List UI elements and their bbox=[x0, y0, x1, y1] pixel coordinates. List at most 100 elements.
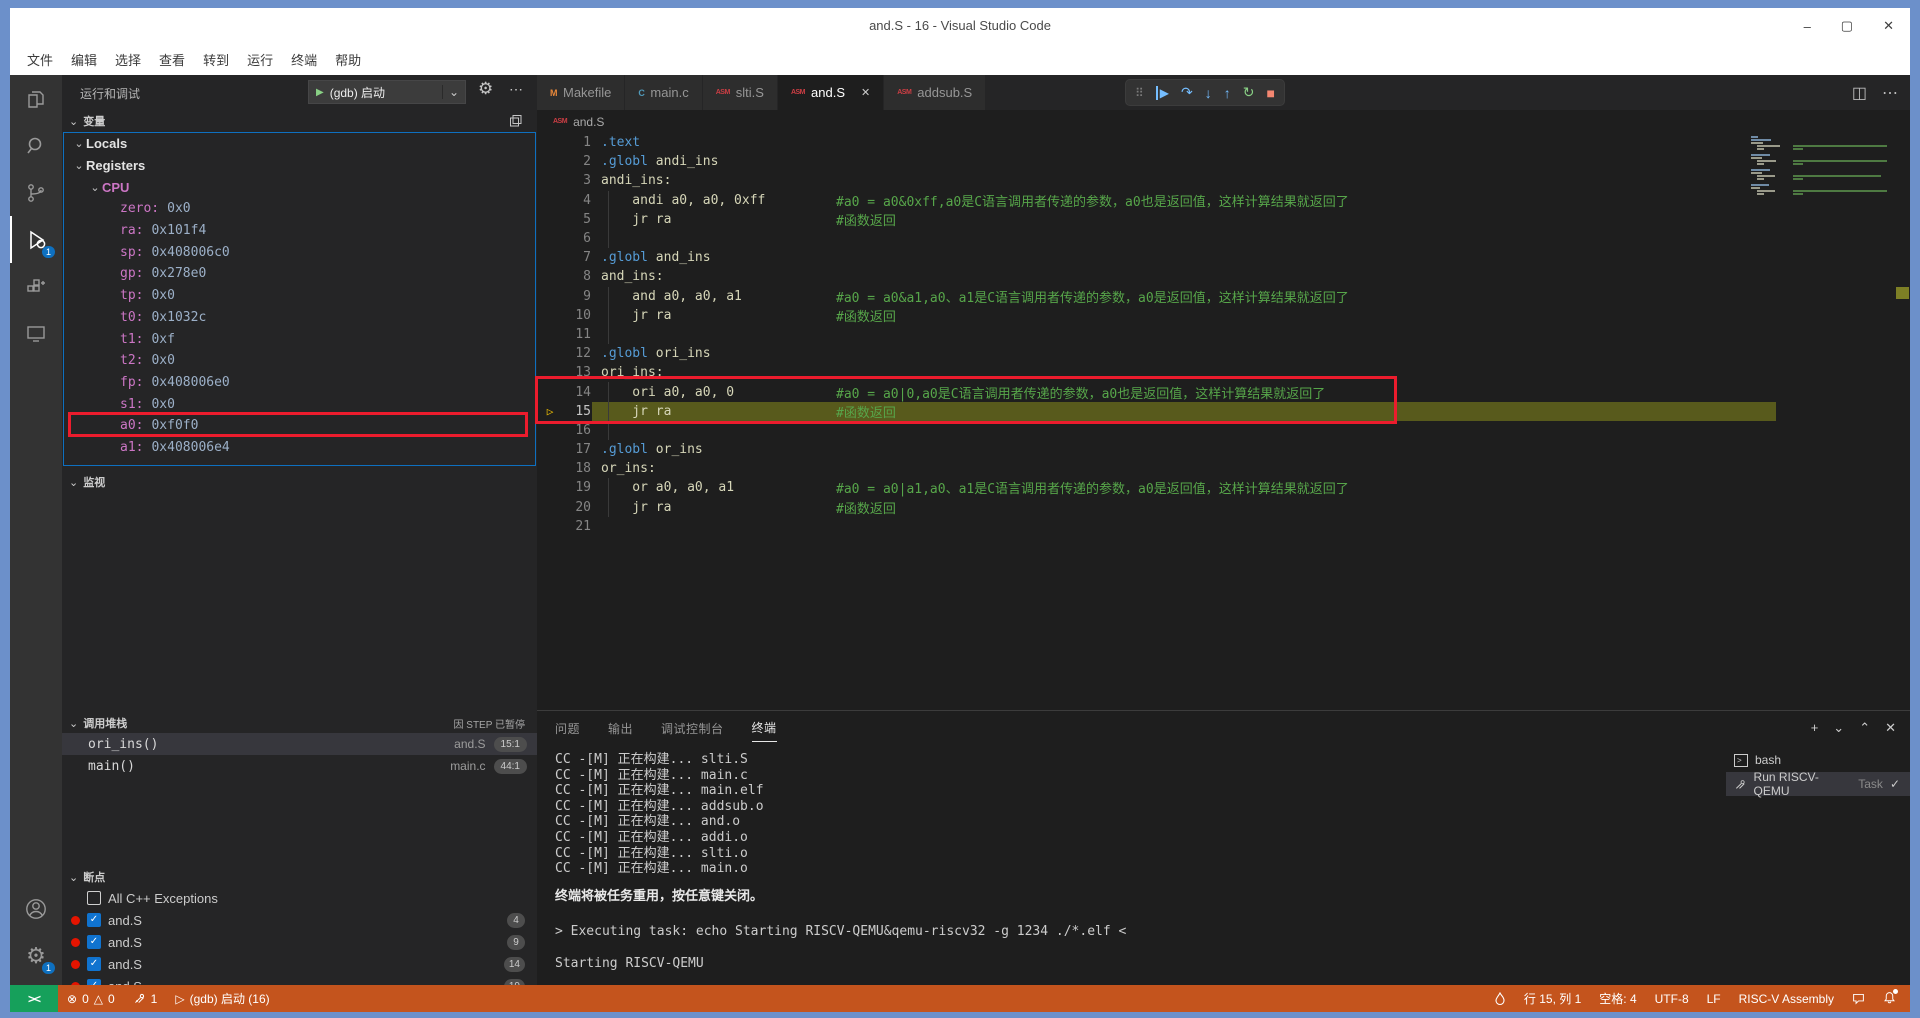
more-actions-icon[interactable]: ⋯ bbox=[1882, 83, 1898, 103]
checkbox-checked[interactable]: ✓ bbox=[87, 913, 101, 927]
feedback-status[interactable] bbox=[1843, 985, 1874, 1012]
restart-icon[interactable]: ↻ bbox=[1243, 84, 1255, 101]
code-line-18[interactable]: 18or_ins: bbox=[537, 459, 1910, 478]
breakpoints-section-header[interactable]: ⌄ 断点 bbox=[62, 866, 537, 888]
call-stack-frame-main[interactable]: main()main.c44:1 bbox=[62, 755, 537, 777]
step-into-icon[interactable]: ↓ bbox=[1205, 85, 1212, 101]
tab-slti-s[interactable]: ASMslti.S bbox=[703, 75, 778, 110]
register-row-t0[interactable]: t0:0x1032c bbox=[64, 307, 535, 329]
register-row-ra[interactable]: ra:0x101f4 bbox=[64, 220, 535, 242]
breadcrumb[interactable]: ASM and.S bbox=[537, 110, 1910, 133]
running-tasks-status[interactable]: 1 bbox=[124, 985, 167, 1012]
code-line-10[interactable]: 10 jr ra#函数返回 bbox=[537, 306, 1910, 325]
cursor-position[interactable]: 行 15, 列 1 bbox=[1515, 985, 1590, 1012]
code-line-11[interactable]: 11 bbox=[537, 325, 1910, 344]
settings-gear-icon[interactable]: ⚙ 1 bbox=[10, 932, 62, 979]
menu-item-run[interactable]: 运行 bbox=[238, 46, 282, 73]
register-row-a1[interactable]: a1:0x408006e4 bbox=[64, 437, 535, 459]
notifications-status[interactable] bbox=[1874, 985, 1910, 1012]
code-line-3[interactable]: 3andi_ins: bbox=[537, 171, 1910, 190]
breakpoint-row-line-4[interactable]: ✓and.S4 bbox=[62, 909, 537, 931]
tab-main-c[interactable]: Cmain.c bbox=[625, 75, 702, 110]
variables-section-header[interactable]: ⌄ 变量 bbox=[62, 110, 537, 132]
indentation-setting[interactable]: 空格: 4 bbox=[1590, 985, 1645, 1012]
register-row-sp[interactable]: sp:0x408006c0 bbox=[64, 241, 535, 263]
menu-item-edit[interactable]: 编辑 bbox=[62, 46, 106, 73]
code-line-9[interactable]: 9 and a0, a0, a1#a0 = a0&a1,a0、a1是C语言调用者… bbox=[537, 287, 1910, 306]
encoding-setting[interactable]: UTF-8 bbox=[1646, 985, 1698, 1012]
maximize-panel-icon[interactable]: ⌃ bbox=[1859, 720, 1870, 736]
panel-tab-output[interactable]: 输出 bbox=[608, 714, 633, 742]
checkbox-checked[interactable]: ✓ bbox=[87, 935, 101, 949]
breadcrumb-file[interactable]: and.S bbox=[573, 115, 604, 129]
stop-icon[interactable]: ■ bbox=[1267, 85, 1275, 101]
breakpoint-row-line-9[interactable]: ✓and.S9 bbox=[62, 931, 537, 953]
debug-session-status[interactable]: ▷ (gdb) 启动 (16) bbox=[166, 985, 278, 1012]
terminal-session-run-riscv-qemu[interactable]: Run RISCV-QEMUTask✓ bbox=[1726, 772, 1910, 796]
watch-section-header[interactable]: ⌄ 监视 bbox=[62, 471, 537, 493]
menu-item-goto[interactable]: 转到 bbox=[194, 46, 238, 73]
close-icon[interactable]: ✕ bbox=[1883, 18, 1894, 34]
eol-setting[interactable]: LF bbox=[1698, 985, 1730, 1012]
more-actions-icon[interactable]: ⋯ bbox=[509, 81, 523, 98]
code-line-7[interactable]: 7.globl and_ins bbox=[537, 248, 1910, 267]
start-debug-icon[interactable]: ▶ bbox=[316, 87, 324, 98]
minimap[interactable] bbox=[1747, 136, 1897, 199]
register-row-tp[interactable]: tp:0x0 bbox=[64, 285, 535, 307]
variables-scope-locals[interactable]: ⌄Locals bbox=[64, 133, 535, 155]
terminal-session-bash[interactable]: >bash bbox=[1726, 748, 1910, 772]
code-line-8[interactable]: 8and_ins: bbox=[537, 267, 1910, 286]
breakpoint-row-line-14[interactable]: ✓and.S14 bbox=[62, 953, 537, 975]
language-mode[interactable]: RISC-V Assembly bbox=[1730, 985, 1843, 1012]
drag-grip-icon[interactable]: ⠿ bbox=[1135, 86, 1144, 100]
call-stack-frame-oriins[interactable]: ori_ins()and.S15:1 bbox=[62, 733, 537, 755]
code-line-21[interactable]: 21 bbox=[537, 517, 1910, 536]
registers-group-cpu[interactable]: ⌄CPU bbox=[64, 176, 535, 198]
step-over-icon[interactable]: ↷ bbox=[1181, 84, 1193, 101]
tab-and-s[interactable]: ASMand.S✕ bbox=[778, 75, 884, 110]
panel-tab-terminal[interactable]: 终端 bbox=[752, 713, 777, 742]
terminal-output[interactable]: CC -[M] 正在构建... slti.SCC -[M] 正在构建... ma… bbox=[537, 744, 1726, 985]
menu-item-file[interactable]: 文件 bbox=[18, 46, 62, 73]
menu-item-help[interactable]: 帮助 bbox=[326, 46, 370, 73]
close-panel-icon[interactable]: ✕ bbox=[1885, 720, 1896, 736]
code-line-12[interactable]: 12.globl ori_ins bbox=[537, 344, 1910, 363]
flame-status[interactable] bbox=[1485, 985, 1515, 1012]
register-row-zero[interactable]: zero:0x0 bbox=[64, 198, 535, 220]
new-terminal-icon[interactable]: + bbox=[1811, 720, 1819, 735]
source-control-icon[interactable] bbox=[10, 169, 62, 216]
explorer-icon[interactable] bbox=[10, 75, 62, 122]
register-row-gp[interactable]: gp:0x278e0 bbox=[64, 263, 535, 285]
run-and-debug-icon[interactable]: 1 bbox=[10, 216, 62, 263]
menu-item-terminal[interactable]: 终端 bbox=[282, 46, 326, 73]
tab-addsub-s[interactable]: ASMaddsub.S bbox=[884, 75, 986, 110]
maximize-icon[interactable]: ▢ bbox=[1841, 18, 1853, 34]
open-view-icon[interactable] bbox=[509, 114, 523, 131]
search-icon[interactable] bbox=[10, 122, 62, 169]
remote-explorer-icon[interactable] bbox=[10, 310, 62, 357]
menu-item-view[interactable]: 查看 bbox=[150, 46, 194, 73]
panel-tab-debug-console[interactable]: 调试控制台 bbox=[661, 714, 724, 742]
menu-item-selection[interactable]: 选择 bbox=[106, 46, 150, 73]
variables-scope-registers[interactable]: ⌄Registers bbox=[64, 155, 535, 177]
code-line-4[interactable]: 4 andi a0, a0, 0xff#a0 = a0&0xff,a0是C语言调… bbox=[537, 191, 1910, 210]
code-line-20[interactable]: 20 jr ra#函数返回 bbox=[537, 498, 1910, 517]
code-line-19[interactable]: 19 or a0, a0, a1#a0 = a0|a1,a0、a1是C语言调用者… bbox=[537, 478, 1910, 497]
checkbox-checked[interactable]: ✓ bbox=[87, 957, 101, 971]
register-row-t2[interactable]: t2:0x0 bbox=[64, 350, 535, 372]
panel-tab-problems[interactable]: 问题 bbox=[555, 714, 580, 742]
debug-settings-gear-icon[interactable]: ⚙ bbox=[478, 79, 493, 99]
continue-icon[interactable]: ▶ bbox=[1156, 86, 1169, 100]
code-line-5[interactable]: 5 jr ra#函数返回 bbox=[537, 210, 1910, 229]
tab-makefile[interactable]: MMakefile bbox=[537, 75, 625, 110]
minimize-icon[interactable]: – bbox=[1804, 19, 1811, 34]
problems-status[interactable]: ⊗ 0 △ 0 bbox=[58, 985, 124, 1012]
call-stack-section-header[interactable]: ⌄ 调用堆栈 因 STEP 已暂停 bbox=[62, 712, 537, 734]
terminal-dropdown-icon[interactable]: ⌄ bbox=[1833, 720, 1844, 736]
step-out-icon[interactable]: ↑ bbox=[1224, 85, 1231, 101]
checkbox-unchecked[interactable] bbox=[87, 891, 101, 905]
chevron-down-icon[interactable]: ⌄ bbox=[442, 85, 465, 99]
close-tab-icon[interactable]: ✕ bbox=[861, 86, 870, 99]
register-row-t1[interactable]: t1:0xf bbox=[64, 328, 535, 350]
code-line-6[interactable]: 6 bbox=[537, 229, 1910, 248]
